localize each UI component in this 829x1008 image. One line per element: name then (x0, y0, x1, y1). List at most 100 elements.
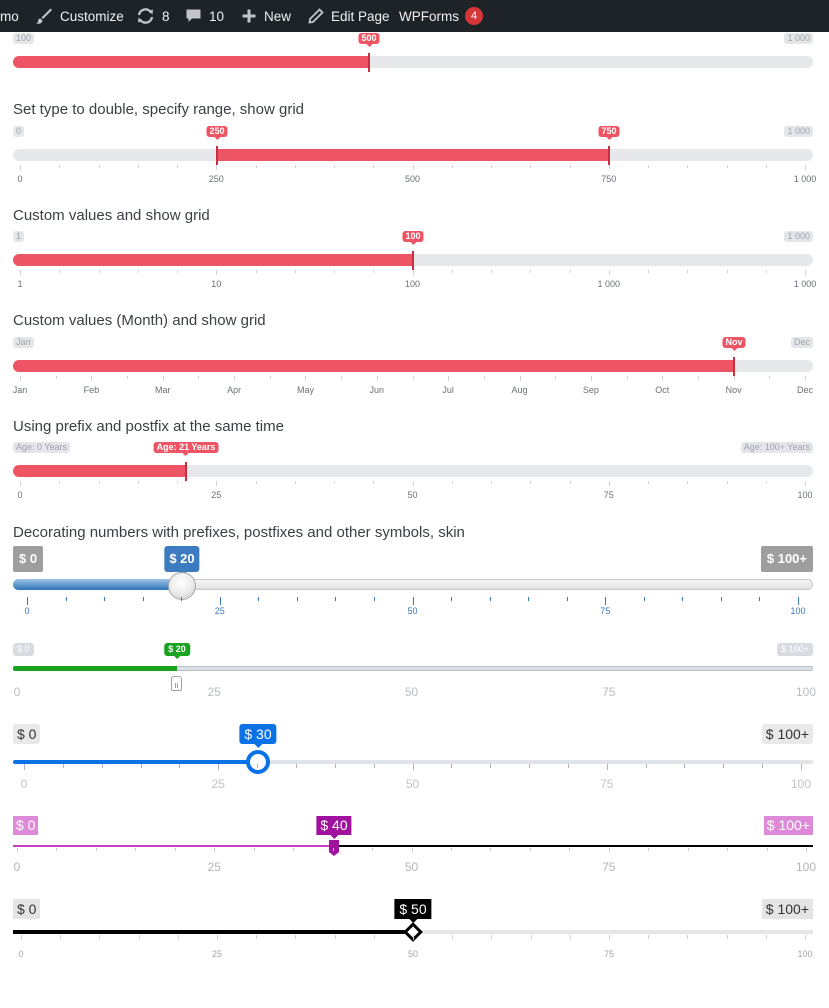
site-name-link[interactable]: mo (0, 0, 19, 32)
slider-7-value-label: $ 20 (164, 546, 200, 576)
grid-tick (412, 481, 414, 486)
grid-tick (608, 481, 610, 486)
grid-tick (529, 764, 531, 768)
grid-tick (341, 376, 343, 379)
slider-4-handle[interactable] (733, 357, 735, 376)
grid-tick (95, 848, 97, 851)
grid-tick (219, 597, 221, 605)
grid-tick (216, 270, 218, 275)
grid-tick (295, 764, 297, 768)
grid-label: 0 (18, 949, 24, 959)
grid-tick (256, 935, 258, 939)
slider-2-track[interactable] (13, 149, 813, 161)
slider-2-handle-to[interactable] (608, 146, 610, 165)
grid-tick (733, 376, 735, 381)
slider-7-handle[interactable] (168, 572, 196, 600)
grid-tick (648, 848, 650, 851)
grid-tick (530, 481, 532, 484)
grid-label: Jun (369, 385, 385, 395)
grid-label: Dec (796, 385, 814, 395)
grid-tick (766, 848, 768, 851)
slider-9-handle[interactable] (246, 750, 270, 774)
grid-tick (451, 165, 453, 168)
grid-tick (608, 848, 610, 852)
grid-tick (174, 848, 176, 851)
grid-label: Mar (154, 385, 171, 395)
slider-9-max-label: $ 100+ (761, 724, 813, 744)
updates-link[interactable]: 8 (136, 0, 170, 32)
grid-tick (566, 597, 568, 601)
grid-label: 50 (407, 949, 419, 959)
grid-tick (491, 935, 493, 939)
grid-tick (20, 376, 21, 381)
site-name-label: mo (0, 8, 19, 24)
grid-tick (269, 376, 271, 379)
grid-tick (645, 764, 647, 768)
grid-label: Aug (511, 385, 528, 395)
grid-tick (606, 764, 608, 770)
grid-label: 100 (797, 490, 813, 500)
grid-tick (91, 376, 93, 381)
grid-tick (411, 848, 413, 852)
slider-5-handle[interactable] (185, 462, 187, 481)
grid-tick (20, 270, 21, 275)
grid-tick (765, 165, 767, 168)
slider-1-handle[interactable] (368, 53, 370, 72)
grid-tick (127, 376, 129, 379)
grid-tick (720, 597, 722, 601)
grid-tick (177, 270, 178, 273)
slider-3-min-label: 1 (13, 231, 25, 242)
customize-link[interactable]: Customize (35, 0, 124, 32)
grid-label: 250 (208, 174, 224, 184)
grid-tick (530, 165, 532, 168)
slider-1-min-label: 100 (13, 33, 35, 44)
slider-11-min-label: $ 0 (13, 899, 41, 919)
grid-tick (451, 597, 453, 601)
grid-tick (294, 270, 296, 273)
slider-1-max-label: 1 000 (784, 33, 813, 44)
grid-tick (490, 848, 492, 851)
grid-tick (162, 376, 164, 381)
grid-tick (295, 935, 297, 939)
grid-tick (806, 848, 807, 852)
grid-label: 25 (211, 490, 222, 500)
wpforms-badge: 4 (465, 7, 483, 25)
wpforms-link[interactable]: WPForms 4 (399, 0, 483, 32)
slider-5-track[interactable] (13, 465, 813, 477)
grid-tick (697, 376, 699, 379)
slider-3-bar (13, 254, 413, 266)
grid-tick (334, 165, 335, 168)
comments-link[interactable]: 10 (185, 0, 224, 32)
slider-3-handle[interactable] (412, 251, 414, 270)
admin-bar: mo Customize 8 10 New Edit Page WPForms … (0, 0, 829, 32)
grid-tick (684, 764, 686, 768)
grid-tick (609, 935, 610, 940)
edit-page-link[interactable]: Edit Page (308, 0, 390, 32)
grid-tick (137, 270, 139, 273)
grid-tick (483, 376, 485, 379)
grid-tick (177, 935, 179, 939)
slider-11-bar (13, 930, 413, 934)
grid-tick (373, 764, 375, 768)
slider-4-value-label: Nov (722, 337, 746, 351)
grid-tick (217, 935, 218, 940)
slider-9-value-label: $ 30 (239, 724, 277, 748)
grid-tick (17, 848, 18, 852)
slider-10-handle[interactable] (329, 840, 339, 856)
slider-2-handle-from[interactable] (216, 146, 218, 165)
grid-tick (179, 764, 181, 768)
new-content-link[interactable]: New (241, 0, 291, 32)
grid-tick (530, 270, 532, 273)
slider-1-track[interactable] (13, 56, 813, 68)
grid-tick (805, 165, 806, 170)
grid-tick (643, 597, 645, 601)
slider-5-max-label: Age: 100+ Years (740, 442, 813, 453)
grid-label: 750 (601, 174, 617, 184)
grid-tick (373, 165, 375, 168)
slider-11-max-label: $ 100+ (761, 899, 813, 919)
slider-4-track[interactable] (13, 360, 813, 372)
grid-label: Feb (83, 385, 100, 395)
grid-tick (626, 376, 628, 379)
slider-7-bar (13, 579, 182, 590)
slider-8-handle[interactable] (171, 676, 182, 691)
